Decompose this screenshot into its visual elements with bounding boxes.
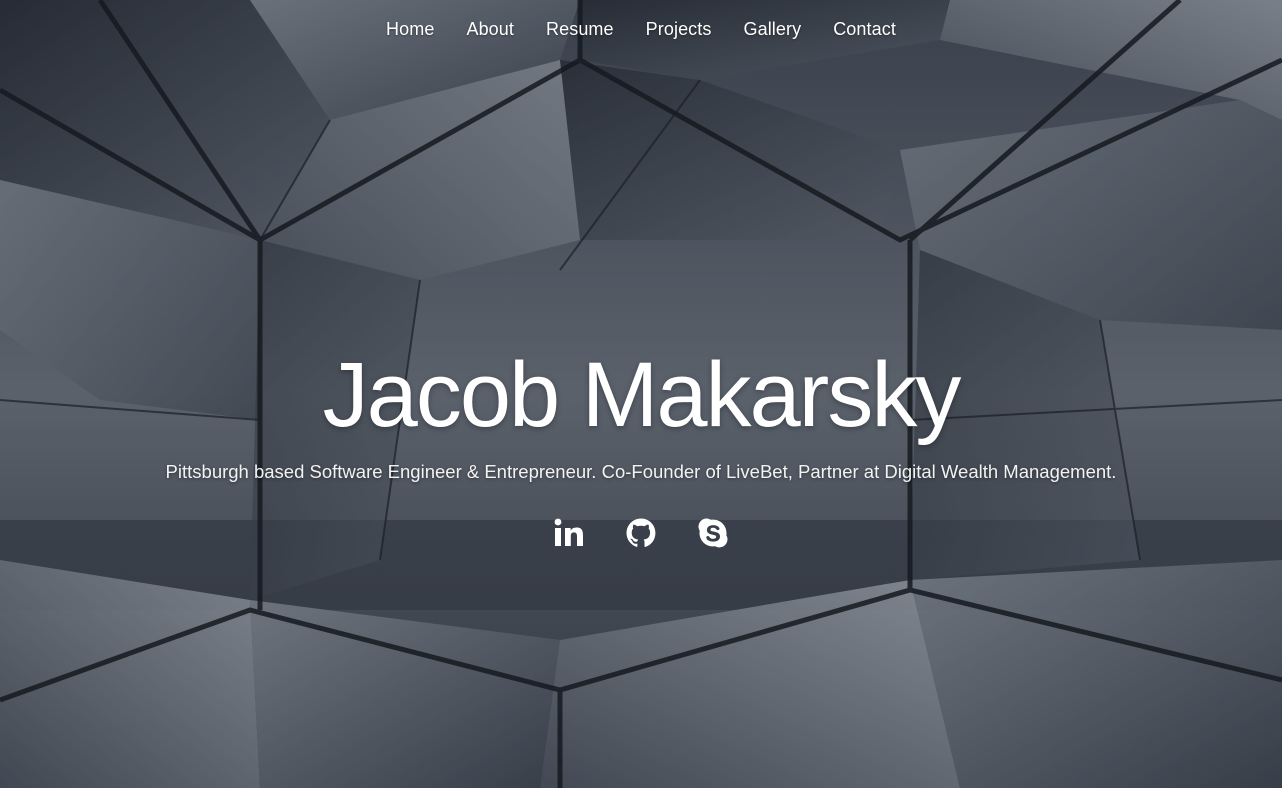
nav-link-projects[interactable]: Projects: [646, 19, 712, 39]
nav-item-home: Home: [386, 19, 434, 40]
hero-name-heading: Jacob Makarsky: [322, 344, 962, 446]
nav-item-gallery: Gallery: [743, 19, 801, 40]
hero-section: Home About Resume Projects Gallery Conta…: [0, 0, 1282, 788]
github-icon: [626, 518, 656, 547]
skype-icon: [698, 518, 728, 548]
nav-item-contact: Contact: [833, 19, 896, 40]
linkedin-link[interactable]: [553, 517, 585, 549]
nav-link-about[interactable]: About: [466, 19, 514, 39]
nav-item-about: About: [466, 19, 514, 40]
hero-tagline: Pittsburgh based Software Engineer & Ent…: [165, 461, 1117, 482]
nav-item-resume: Resume: [546, 19, 614, 40]
main-navigation: Home About Resume Projects Gallery Conta…: [0, 0, 1282, 58]
nav-link-home[interactable]: Home: [386, 19, 434, 39]
github-link[interactable]: [625, 517, 657, 549]
nav-item-projects: Projects: [646, 19, 712, 40]
nav-list: Home About Resume Projects Gallery Conta…: [386, 19, 896, 40]
nav-link-resume[interactable]: Resume: [546, 19, 614, 39]
nav-link-gallery[interactable]: Gallery: [743, 19, 801, 39]
skype-link[interactable]: [697, 517, 729, 549]
hero-banner: Jacob Makarsky Pittsburgh based Software…: [0, 345, 1282, 549]
social-links: [0, 517, 1282, 549]
linkedin-icon: [554, 518, 583, 546]
nav-link-contact[interactable]: Contact: [833, 19, 896, 39]
